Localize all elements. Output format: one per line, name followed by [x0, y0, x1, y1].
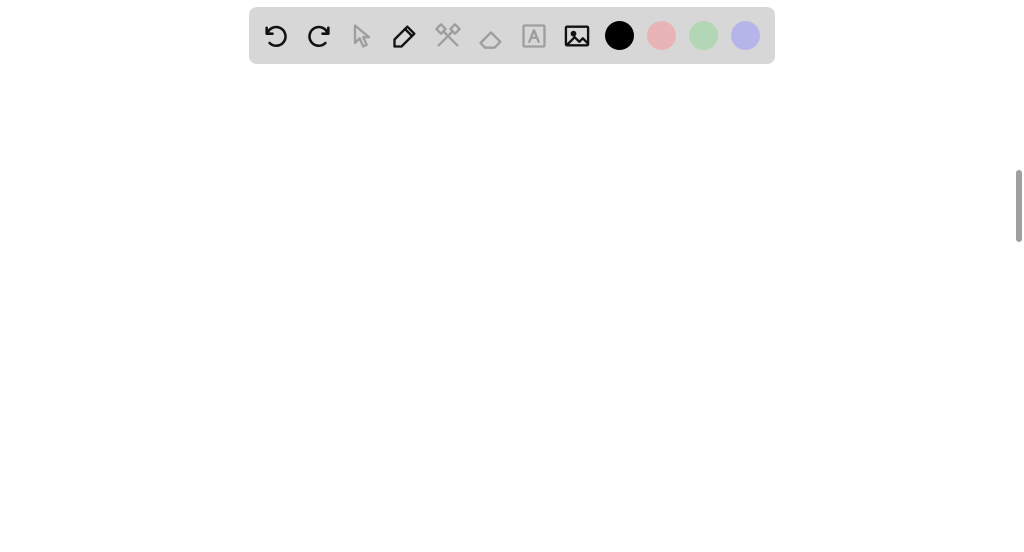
undo-icon — [262, 22, 290, 50]
eraser-icon — [477, 22, 505, 50]
eraser-tool-button[interactable] — [476, 21, 506, 51]
cursor-icon — [348, 22, 376, 50]
tools-button[interactable] — [433, 21, 463, 51]
redo-button[interactable] — [304, 21, 334, 51]
color-swatch-green[interactable] — [689, 21, 718, 50]
undo-button[interactable] — [261, 21, 291, 51]
pencil-tool-button[interactable] — [390, 21, 420, 51]
toolbar — [249, 7, 775, 64]
redo-icon — [305, 22, 333, 50]
text-tool-button[interactable] — [519, 21, 549, 51]
tools-icon — [434, 22, 462, 50]
image-icon — [563, 22, 591, 50]
color-swatch-pink[interactable] — [647, 21, 676, 50]
color-swatch-purple[interactable] — [731, 21, 760, 50]
text-icon — [520, 22, 548, 50]
pencil-icon — [391, 22, 419, 50]
color-swatch-black[interactable] — [605, 21, 634, 50]
image-tool-button[interactable] — [562, 21, 592, 51]
scrollbar-thumb[interactable] — [1016, 170, 1022, 242]
cursor-tool-button[interactable] — [347, 21, 377, 51]
